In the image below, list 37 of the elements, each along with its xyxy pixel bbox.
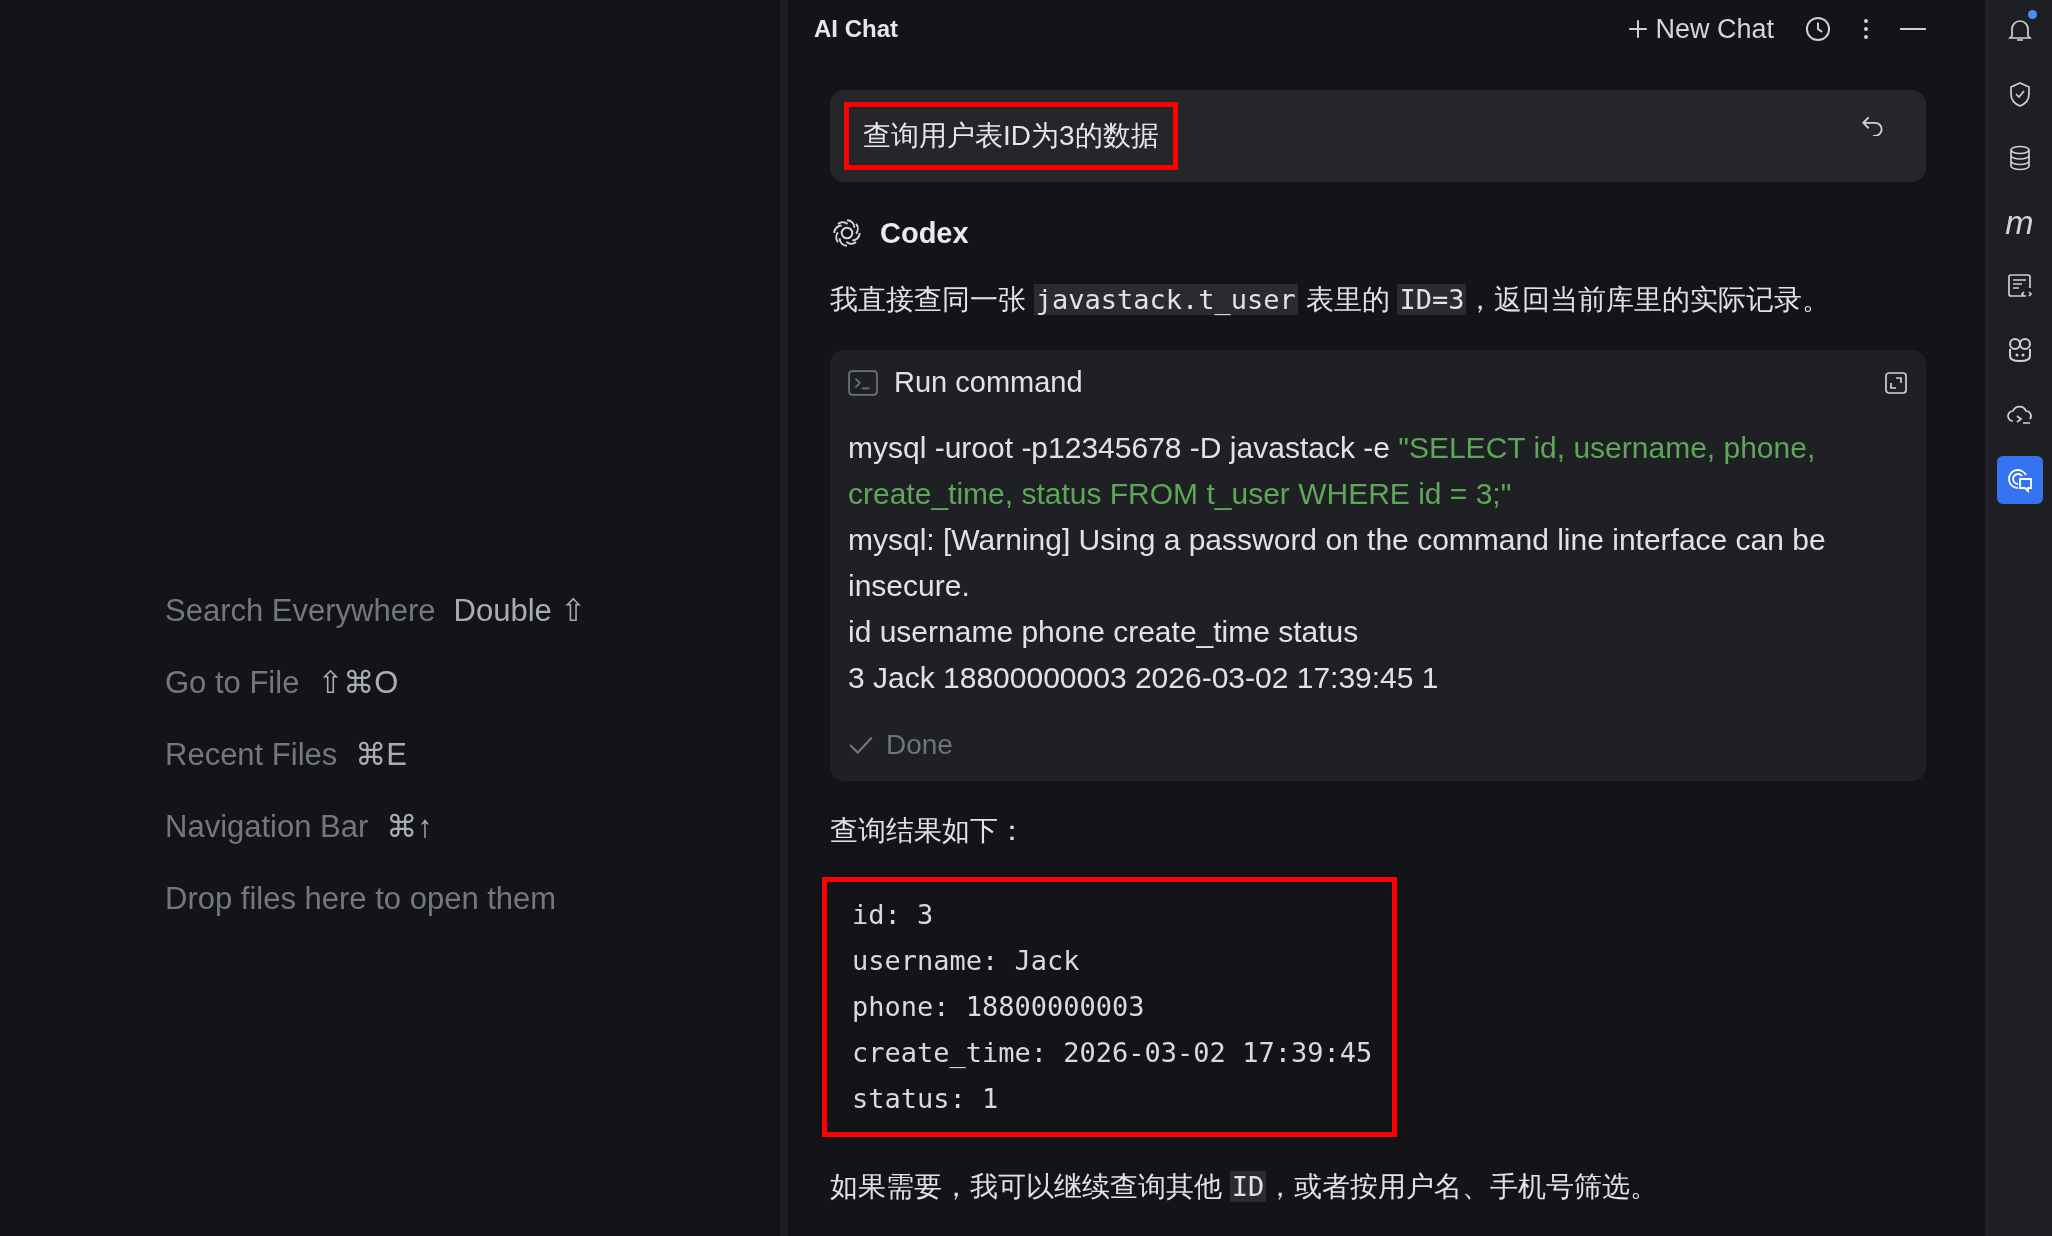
card-title: Run command [894, 366, 1083, 399]
tool-button[interactable]: m [1996, 200, 2043, 244]
command-output: 3 Jack 18800000003 2026-03-02 17:39:45 1 [848, 660, 1440, 696]
minimize-icon[interactable] [1900, 27, 1926, 31]
result-line: status: 1 [852, 1082, 1000, 1116]
status-text: Done [886, 729, 953, 761]
panel-title: AI Chat [814, 15, 898, 43]
shortcut: ⌘↑ [386, 810, 433, 844]
hint-label: Search Everywhere [165, 594, 436, 628]
result-line: create_time: 2026-03-02 17:39:45 [852, 1036, 1373, 1070]
history-icon[interactable] [1804, 15, 1832, 43]
result-heading: 查询结果如下： [830, 814, 1027, 848]
message-text: 查询用户表ID为3的数据 [844, 102, 1178, 170]
result-line: phone: 18800000003 [852, 990, 1146, 1024]
plus-icon [1627, 18, 1650, 40]
shortcut: ⇧⌘O [317, 666, 399, 700]
reply-text: 我直接查同一张 javastack.t_user 表里的 ID=3，返回当前库里的实际记录。 [830, 283, 1832, 317]
chat-icon[interactable] [1996, 456, 2043, 504]
undo-icon[interactable] [1860, 114, 1886, 136]
shortcut: ⌘E [355, 738, 407, 772]
result-line: username: Jack [852, 944, 1081, 978]
reply-text: 如果需要，我可以继续查询其他 ID，或者按用户名、手机号筛选。 [830, 1170, 1660, 1204]
assistant-name: Codex [880, 216, 969, 250]
swirl-logo-icon [830, 216, 864, 250]
command-text: mysql -uroot -p12345678 -D javastack -e "SELECT id, username, phone, create_time, status FROM t_user WHERE id = 3;" [848, 430, 1817, 512]
result-line: id: 3 [852, 898, 935, 932]
hint-label: Drop files here to open them [165, 882, 557, 916]
expand-icon[interactable] [1884, 370, 1908, 395]
command-output: id username phone create_time status [848, 614, 1360, 650]
hint-label: Navigation Bar [165, 810, 369, 844]
hint-label: Go to File [165, 666, 300, 700]
new-chat-button[interactable]: New Chat [1627, 13, 1774, 45]
command-output: mysql: [Warning] Using a password on the command line interface can be insecure. [848, 522, 1827, 604]
shortcut: Double ⇧ [453, 594, 587, 628]
more-icon[interactable] [1862, 16, 1870, 42]
hint-label: Recent Files [165, 738, 338, 772]
terminal-icon [848, 369, 878, 396]
